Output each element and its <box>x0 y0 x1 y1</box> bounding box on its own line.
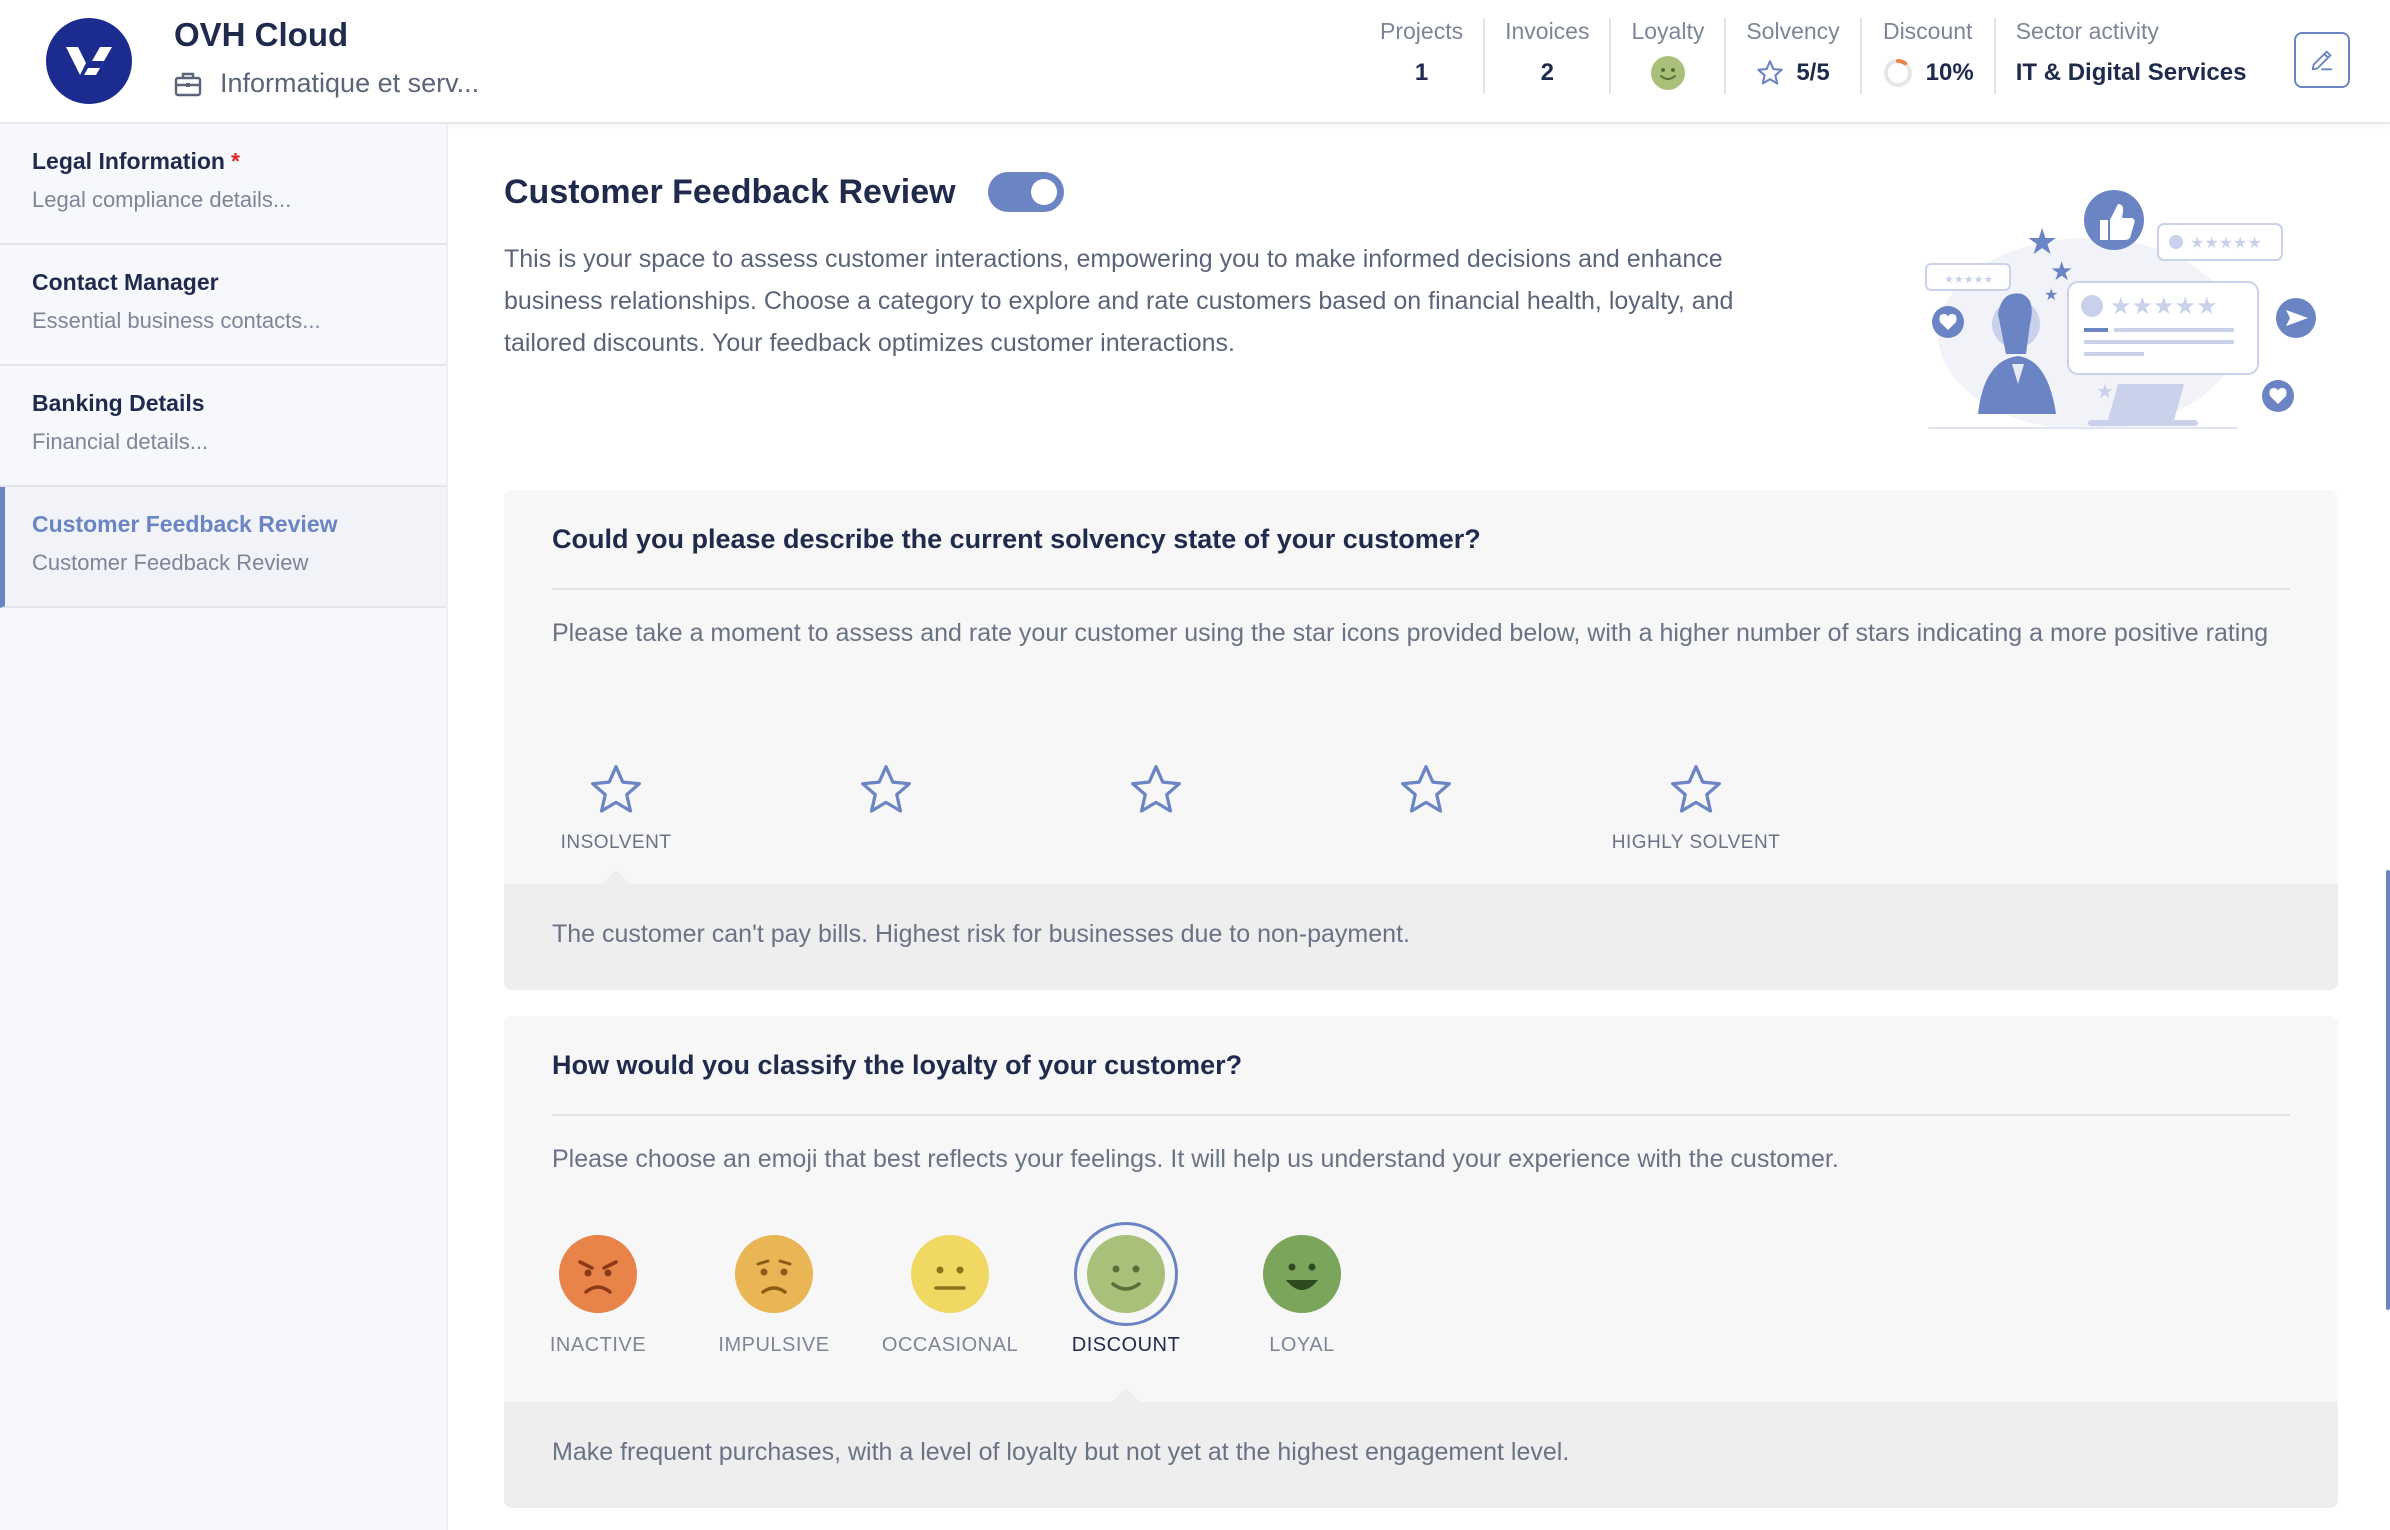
stat-loyalty[interactable]: Loyalty <box>1611 18 1727 94</box>
stat-invoices[interactable]: Invoices 2 <box>1485 18 1612 94</box>
emoji-discount[interactable]: DISCOUNT <box>1051 1222 1201 1357</box>
smile-face-icon <box>1087 1235 1165 1313</box>
stat-value: 5/5 <box>1796 59 1830 86</box>
star-icon <box>1401 765 1451 813</box>
scrollbar[interactable] <box>2386 870 2390 1310</box>
solvency-question: Could you please describe the current so… <box>552 524 1481 554</box>
stat-value: IT & Digital Services <box>2015 59 2247 86</box>
star-icon <box>1671 765 1721 813</box>
stat-discount[interactable]: Discount 10% <box>1862 18 1996 94</box>
stat-label: Discount <box>1882 18 1973 44</box>
ovh-logo-icon <box>66 47 112 75</box>
pencil-icon <box>2311 50 2333 71</box>
star-label: INSOLVENT <box>560 832 672 853</box>
sidebar-item-label: Banking Details <box>32 390 205 416</box>
selection-pointer <box>602 870 630 884</box>
divider <box>552 1114 2290 1116</box>
sidebar-item-customer-feedback-review[interactable]: Customer Feedback Review Customer Feedba… <box>0 487 446 608</box>
star-rating-2[interactable] <box>806 762 966 854</box>
sidebar-item-contact-manager[interactable]: Contact Manager Essential business conta… <box>0 245 446 366</box>
top-header: OVH Cloud Informatique et serv... Projec… <box>0 0 2390 124</box>
loyalty-card: How would you classify the loyalty of yo… <box>504 1016 2338 1508</box>
emoji-label: DISCOUNT <box>1071 1334 1181 1356</box>
emoji-inactive[interactable]: INACTIVE <box>523 1222 673 1357</box>
stat-sector-activity[interactable]: Sector activity IT & Digital Services <box>1996 18 2267 94</box>
star-icon <box>591 765 641 813</box>
solvency-instruction: Please take a moment to assess and rate … <box>552 619 2269 647</box>
selection-pointer <box>1112 1388 1140 1402</box>
edit-button[interactable] <box>2294 32 2350 88</box>
svg-text:★: ★ <box>2050 257 2073 287</box>
angry-face-icon <box>559 1235 637 1313</box>
star-rating-5[interactable]: HIGHLY SOLVENT <box>1612 762 1780 854</box>
star-rating-4[interactable] <box>1346 762 1506 854</box>
neutral-face-icon <box>911 1235 989 1313</box>
required-marker: * <box>230 148 240 174</box>
smiley-icon <box>1650 56 1685 90</box>
star-rating-1[interactable]: INSOLVENT <box>536 762 696 854</box>
emoji-occasional[interactable]: OCCASIONAL <box>875 1222 1025 1357</box>
sidebar-item-label: Customer Feedback Review <box>32 511 338 537</box>
ring-icon <box>1883 59 1912 87</box>
svg-text:★: ★ <box>2096 379 2114 403</box>
stat-label: Projects <box>1380 18 1464 44</box>
stat-label: Solvency <box>1746 18 1840 44</box>
feedback-toggle[interactable] <box>987 172 1064 212</box>
sidebar-item-banking-details[interactable]: Banking Details Financial details... <box>0 366 446 487</box>
sidebar-item-label: Contact Manager <box>32 269 219 295</box>
star-icon <box>1757 60 1784 85</box>
loyalty-question: How would you classify the loyalty of yo… <box>552 1050 1243 1080</box>
company-name: OVH Cloud <box>174 16 349 53</box>
company-sector-text: Informatique et serv... <box>220 68 480 98</box>
sidebar-item-subtitle: Legal compliance details... <box>32 187 292 212</box>
stat-value: 1 <box>1414 59 1429 86</box>
emoji-impulsive[interactable]: IMPULSIVE <box>699 1222 849 1357</box>
star-icon <box>1131 765 1181 813</box>
star-icon <box>861 765 911 813</box>
stat-label: Invoices <box>1505 18 1590 44</box>
page-description: This is your space to assess customer in… <box>504 245 1734 357</box>
emoji-label: INACTIVE <box>549 1334 647 1356</box>
stats-bar: Projects 1 Invoices 2 Loyalty Solvency 5… <box>1360 18 2266 98</box>
star-label: HIGHLY SOLVENT <box>1611 832 1781 853</box>
page-title: Customer Feedback Review <box>504 172 956 211</box>
loyalty-description: Make frequent purchases, with a level of… <box>504 1402 2338 1508</box>
sidebar-item-subtitle: Essential business contacts... <box>32 308 321 333</box>
ovh-logo <box>46 18 132 104</box>
selected-emoji-ring <box>1074 1222 1178 1326</box>
briefcase-icon <box>174 72 202 96</box>
loyalty-instruction: Please choose an emoji that best reflect… <box>552 1145 1839 1173</box>
stat-label: Sector activity <box>2015 18 2159 44</box>
star-rating-3[interactable] <box>1076 762 1236 854</box>
emoji-label: IMPULSIVE <box>718 1334 830 1356</box>
sidebar-item-subtitle: Financial details... <box>32 429 209 454</box>
emoji-loyal[interactable]: LOYAL <box>1227 1222 1377 1357</box>
solvency-description: The customer can't pay bills. Highest ri… <box>504 884 2338 990</box>
sidebar: Legal Information * Legal compliance deta… <box>0 124 448 1530</box>
company-sector: Informatique et serv... <box>174 68 479 99</box>
stat-projects[interactable]: Projects 1 <box>1360 18 1486 94</box>
sidebar-item-legal-information[interactable]: Legal Information * Legal compliance deta… <box>0 124 446 245</box>
svg-text:★★★★★: ★★★★★ <box>2110 292 2218 320</box>
stat-value: 10% <box>1925 59 1974 86</box>
sidebar-item-label: Legal Information <box>32 148 225 174</box>
svg-text:★: ★ <box>2044 285 2058 304</box>
svg-text:★★★★★: ★★★★★ <box>1944 273 1993 286</box>
emoji-label: LOYAL <box>1269 1334 1335 1356</box>
happy-face-icon <box>1263 1235 1341 1313</box>
stat-label: Loyalty <box>1631 18 1705 44</box>
stat-value: 2 <box>1540 59 1554 86</box>
svg-text:★★★★★: ★★★★★ <box>2190 233 2262 252</box>
stat-solvency[interactable]: Solvency 5/5 <box>1726 18 1862 94</box>
sidebar-item-subtitle: Customer Feedback Review <box>32 550 309 575</box>
solvency-card: Could you please describe the current so… <box>504 490 2338 990</box>
sad-face-icon <box>735 1235 813 1313</box>
emoji-label: OCCASIONAL <box>881 1334 1019 1356</box>
feedback-illustration: ★★★★★ ★★★★★ ★★★★★ ★ ★ ★ ★ <box>1925 190 2316 430</box>
main-content: Customer Feedback Review This is your sp… <box>448 124 2390 1530</box>
divider <box>552 588 2290 590</box>
